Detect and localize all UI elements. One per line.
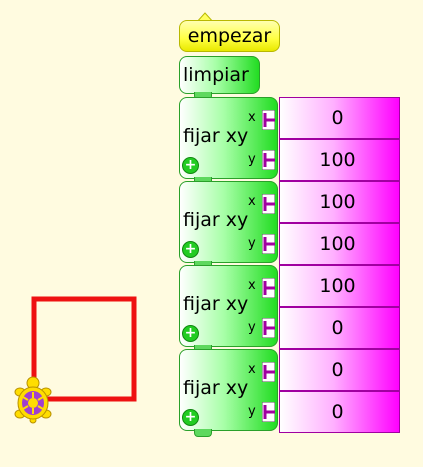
expand-plus-icon[interactable]: +	[182, 241, 199, 258]
y-arg-label: y	[248, 404, 256, 419]
set-xy-block-1[interactable]: fijar xy x y +	[179, 97, 278, 185]
set-xy-block-2[interactable]: fijar xy x y +	[179, 181, 278, 269]
expand-plus-icon[interactable]: +	[182, 157, 199, 174]
number-block[interactable]: 100	[279, 139, 400, 181]
number-value: 0	[331, 107, 344, 129]
set-xy-label: fijar xy	[183, 293, 249, 315]
y-arg-label: y	[248, 320, 256, 335]
y-arg-label: y	[248, 152, 256, 167]
block-notch	[194, 429, 212, 437]
number-value: 100	[319, 149, 356, 171]
expand-plus-icon[interactable]: +	[182, 325, 199, 342]
number-block[interactable]: 0	[279, 349, 400, 391]
x-arg-label: x	[248, 194, 256, 209]
y-socket-icon	[262, 402, 275, 422]
x-arg-label: x	[248, 278, 256, 293]
number-value: 0	[331, 401, 344, 423]
set-xy-block-4[interactable]: fijar xy x y +	[179, 349, 278, 437]
number-block[interactable]: 0	[279, 307, 400, 349]
clear-block[interactable]: limpiar	[179, 56, 260, 100]
set-xy-label: fijar xy	[183, 209, 249, 231]
x-socket-icon	[262, 362, 275, 382]
number-block[interactable]: 0	[279, 97, 400, 139]
start-block[interactable]: empezar	[179, 20, 280, 52]
y-arg-label: y	[248, 236, 256, 251]
turtle-icon[interactable]	[14, 376, 52, 424]
number-value: 100	[319, 233, 356, 255]
x-socket-icon	[262, 194, 275, 214]
start-block-label: empezar	[187, 25, 272, 47]
number-block[interactable]: 100	[279, 265, 400, 307]
set-xy-label: fijar xy	[183, 377, 249, 399]
number-value: 100	[319, 275, 356, 297]
x-socket-icon	[262, 278, 275, 298]
clear-block-label: limpiar	[183, 64, 249, 86]
y-socket-icon	[262, 234, 275, 254]
y-socket-icon	[262, 150, 275, 170]
y-socket-icon	[262, 318, 275, 338]
number-value: 0	[331, 359, 344, 381]
x-arg-label: x	[248, 362, 256, 377]
x-socket-icon	[262, 110, 275, 130]
set-xy-block-3[interactable]: fijar xy x y +	[179, 265, 278, 353]
number-value: 100	[319, 191, 356, 213]
number-block[interactable]: 100	[279, 181, 400, 223]
number-value: 0	[331, 317, 344, 339]
set-xy-label: fijar xy	[183, 125, 249, 147]
number-block[interactable]: 0	[279, 391, 400, 433]
x-arg-label: x	[248, 110, 256, 125]
expand-plus-icon[interactable]: +	[182, 409, 199, 426]
number-block[interactable]: 100	[279, 223, 400, 265]
